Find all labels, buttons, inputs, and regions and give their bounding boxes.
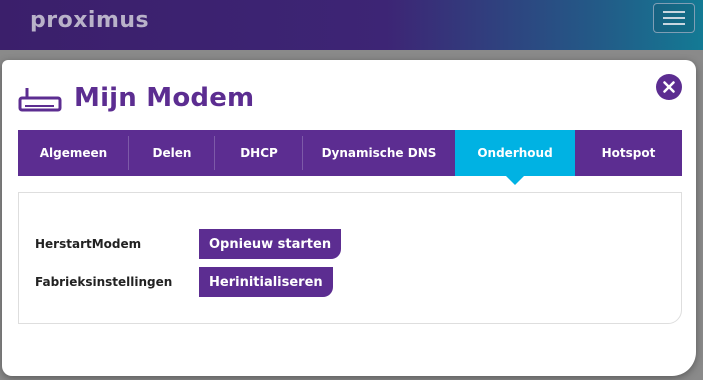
restart-row: HerstartModem Opnieuw starten [35,229,342,259]
menu-line [663,23,685,25]
factory-reset-button[interactable]: Herinitialiseren [199,267,333,297]
dialog-title: Mijn Modem [74,83,255,113]
tab-dynamische-dns[interactable]: Dynamische DNS [303,130,455,176]
maintenance-panel: HerstartModem Opnieuw starten Fabrieksin… [18,192,682,324]
hamburger-menu-icon[interactable] [653,3,695,33]
router-icon [18,88,62,112]
restart-button[interactable]: Opnieuw starten [199,229,342,259]
proximus-logo[interactable]: proximus [30,8,149,33]
menu-line [663,11,685,13]
tab-dhcp[interactable]: DHCP [215,130,303,176]
tab-delen[interactable]: Delen [129,130,215,176]
factory-reset-row: Fabrieksinstellingen Herinitialiseren [35,267,333,297]
my-modem-dialog: Mijn Modem Algemeen Delen DHCP Dynamisch… [2,60,696,376]
close-x-glyph [663,81,675,93]
tab-hotspot[interactable]: Hotspot [575,130,682,176]
top-navigation-bar: proximus [0,0,703,50]
close-icon[interactable] [656,74,682,100]
settings-tabs: Algemeen Delen DHCP Dynamische DNS Onder… [18,130,682,185]
tab-algemeen[interactable]: Algemeen [18,130,129,176]
factory-reset-label: Fabrieksinstellingen [35,275,173,289]
tab-onderhoud[interactable]: Onderhoud [455,130,575,185]
restart-label: HerstartModem [35,237,142,251]
menu-line [663,17,685,19]
dialog-header: Mijn Modem [18,78,254,118]
